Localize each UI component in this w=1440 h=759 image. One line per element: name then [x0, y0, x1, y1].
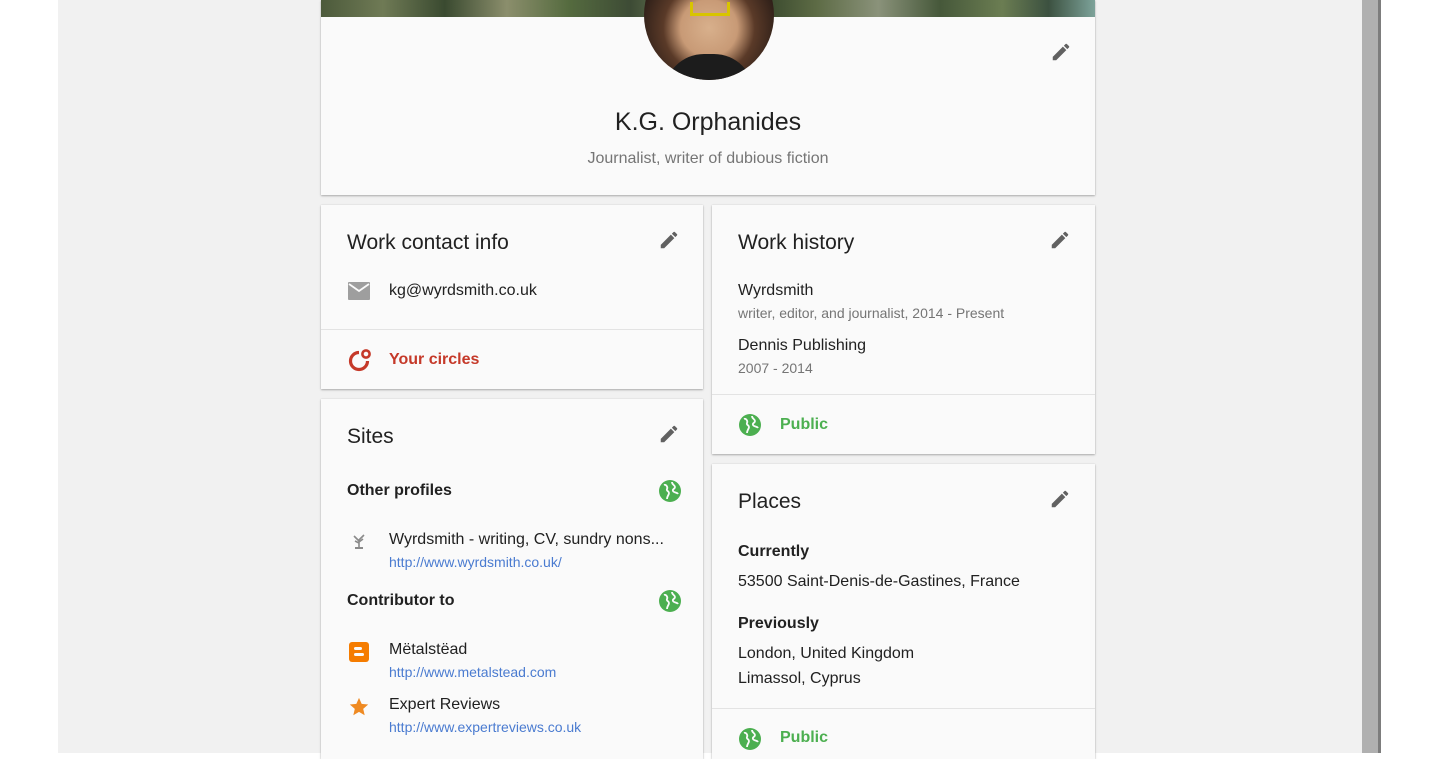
scrollbar[interactable]	[1362, 0, 1378, 753]
edit-profile-pencil-icon[interactable]	[1050, 41, 1072, 63]
contributor-title[interactable]: Mëtalstëad	[389, 641, 467, 659]
contributor-url[interactable]: http://www.expertreviews.co.uk	[389, 719, 581, 735]
star-icon	[348, 696, 370, 718]
contributor-globe-icon[interactable]	[658, 589, 682, 613]
other-profiles-globe-icon[interactable]	[658, 479, 682, 503]
edit-work-history-pencil-icon[interactable]	[1049, 229, 1071, 251]
work-history-title: Work history	[738, 231, 855, 254]
contributor-url[interactable]: http://www.metalstead.com	[389, 664, 556, 680]
places-title: Places	[738, 490, 802, 513]
site-title[interactable]: Wyrdsmith - writing, CV, sundry nons...	[389, 531, 664, 549]
other-profiles-heading: Other profiles	[347, 482, 452, 499]
avatar[interactable]	[644, 0, 774, 80]
job-company: Dennis Publishing	[738, 337, 867, 354]
work-history-card: Work history Wyrdsmith writer, editor, a…	[712, 205, 1095, 454]
job-detail: 2007 - 2014	[738, 360, 813, 376]
places-card: Places Currently 53500 Saint-Denis-de-Ga…	[712, 464, 1095, 759]
previous-place: London, United Kingdom	[738, 645, 915, 662]
places-divider	[712, 708, 1095, 709]
work-contact-card: Work contact info kg@wyrdsmith.co.uk You…	[321, 205, 703, 389]
work-history-divider	[712, 394, 1095, 395]
previous-place: Limassol, Cyprus	[738, 670, 861, 687]
work-history-visibility[interactable]: Public	[780, 416, 828, 434]
email-icon	[347, 281, 371, 301]
current-place: 53500 Saint-Denis-de-Gastines, France	[738, 573, 1020, 590]
profile-card: K.G. Orphanides Journalist, writer of du…	[321, 0, 1095, 195]
places-visibility[interactable]: Public	[780, 729, 828, 747]
edit-places-pencil-icon[interactable]	[1049, 488, 1071, 510]
your-circles-link[interactable]: Your circles	[389, 351, 479, 369]
job-detail: writer, editor, and journalist, 2014 - P…	[738, 305, 1005, 321]
edit-contact-pencil-icon[interactable]	[658, 229, 680, 251]
site-url[interactable]: http://www.wyrdsmith.co.uk/	[389, 554, 562, 570]
sites-title: Sites	[347, 425, 394, 448]
edit-sites-pencil-icon[interactable]	[658, 423, 680, 445]
contributor-title[interactable]: Expert Reviews	[389, 696, 500, 714]
window-edge	[1378, 0, 1381, 753]
profile-name: K.G. Orphanides	[614, 108, 802, 136]
contributor-heading: Contributor to	[347, 592, 455, 609]
previously-heading: Previously	[738, 615, 819, 632]
public-globe-icon	[738, 727, 762, 751]
email-address[interactable]: kg@wyrdsmith.co.uk	[389, 282, 537, 300]
avatar-glasses	[690, 2, 730, 16]
job-company: Wyrdsmith	[738, 282, 814, 299]
circles-icon	[347, 348, 373, 374]
profile-tagline: Journalist, writer of dubious fiction	[587, 150, 829, 167]
blogger-icon	[349, 642, 369, 662]
sites-card: Sites Other profiles Wyrdsmith - writing…	[321, 399, 703, 759]
avatar-shirt	[664, 54, 754, 80]
public-globe-icon	[738, 413, 762, 437]
currently-heading: Currently	[738, 543, 810, 560]
contact-divider	[321, 329, 703, 330]
tree-icon	[350, 532, 368, 550]
work-contact-title: Work contact info	[347, 231, 509, 254]
